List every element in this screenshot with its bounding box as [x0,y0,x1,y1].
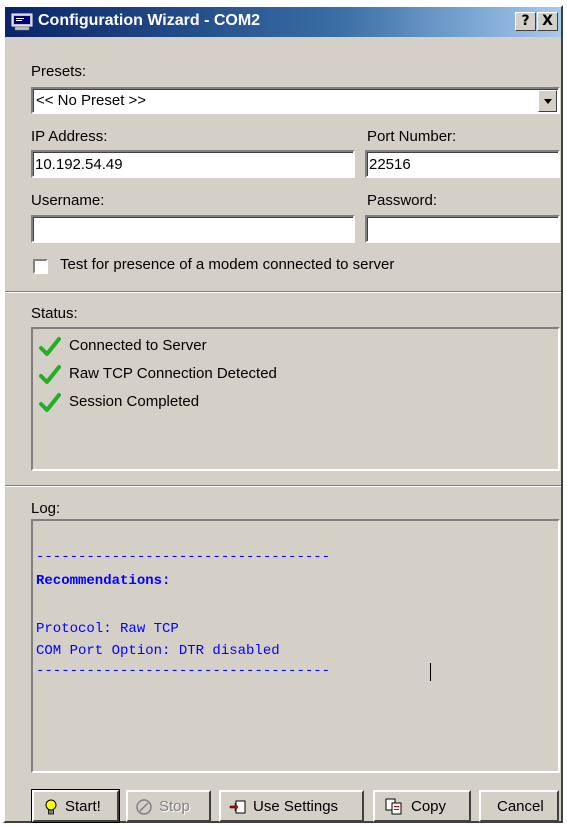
status-label: Status: [31,305,78,322]
presets-label: Presets: [31,63,87,80]
help-button[interactable]: ? [515,12,536,31]
use-settings-button-label: Use Settings [253,798,339,815]
username-input[interactable] [35,219,349,239]
log-line: COM Port Option: DTR disabled [36,643,280,659]
password-label: Password: [367,192,438,209]
title-bar[interactable]: Configuration Wizard - COM2 ? X [5,7,561,37]
stop-button-label: Stop [159,798,190,815]
checkmark-icon [39,393,61,412]
log-label: Log: [31,500,61,517]
window-title: Configuration Wizard - COM2 [38,12,261,29]
lightbulb-icon [45,799,57,815]
port-number-label: Port Number: [367,128,457,145]
username-field[interactable] [31,215,355,243]
checkmark-icon [39,365,61,384]
cancel-button[interactable]: Cancel [479,790,559,822]
port-number-input[interactable] [369,154,554,174]
status-panel: Connected to Server Raw TCP Connection D… [31,327,560,471]
stop-button[interactable]: Stop [126,790,211,822]
copy-icon [385,798,402,815]
log-panel[interactable]: ----------------------------------- Reco… [31,519,560,773]
password-field[interactable] [365,215,560,243]
modem-test-checkbox[interactable] [33,259,48,274]
port-number-field[interactable] [365,150,560,178]
log-line: Recommendations: [36,573,171,589]
terminal-icon [11,13,33,31]
log-line: Protocol: Raw TCP [36,621,179,637]
configuration-wizard-window: Configuration Wizard - COM2 ? X Presets:… [3,5,563,823]
modem-test-label[interactable]: Test for presence of a modem connected t… [60,256,394,273]
checkmark-icon [39,337,61,356]
copy-button[interactable]: Copy [373,790,471,822]
chevron-down-icon [544,99,552,104]
transfer-settings-icon [229,800,246,814]
ip-address-field[interactable] [31,150,355,178]
log-line: ----------------------------------- [36,549,331,565]
username-label: Username: [31,192,105,209]
close-button[interactable]: X [537,12,558,31]
divider [5,485,561,487]
dropdown-button[interactable] [538,90,557,112]
divider [5,291,561,293]
stop-icon [136,799,152,815]
status-item-text: Session Completed [69,393,200,410]
password-input[interactable] [369,219,554,239]
copy-button-label: Copy [411,798,447,815]
status-item-text: Raw TCP Connection Detected [69,365,277,382]
presets-selected: << No Preset >> [36,92,147,109]
start-button[interactable]: Start! [31,789,120,823]
start-button-label: Start! [65,798,101,815]
text-caret [430,663,431,681]
ip-address-label: IP Address: [31,128,108,145]
ip-address-input[interactable] [35,154,349,174]
log-line: ----------------------------------- [36,663,331,679]
cancel-button-label: Cancel [497,798,544,815]
use-settings-button[interactable]: Use Settings [219,790,364,822]
status-item-text: Connected to Server [69,337,207,354]
presets-dropdown[interactable]: << No Preset >> [31,87,560,114]
